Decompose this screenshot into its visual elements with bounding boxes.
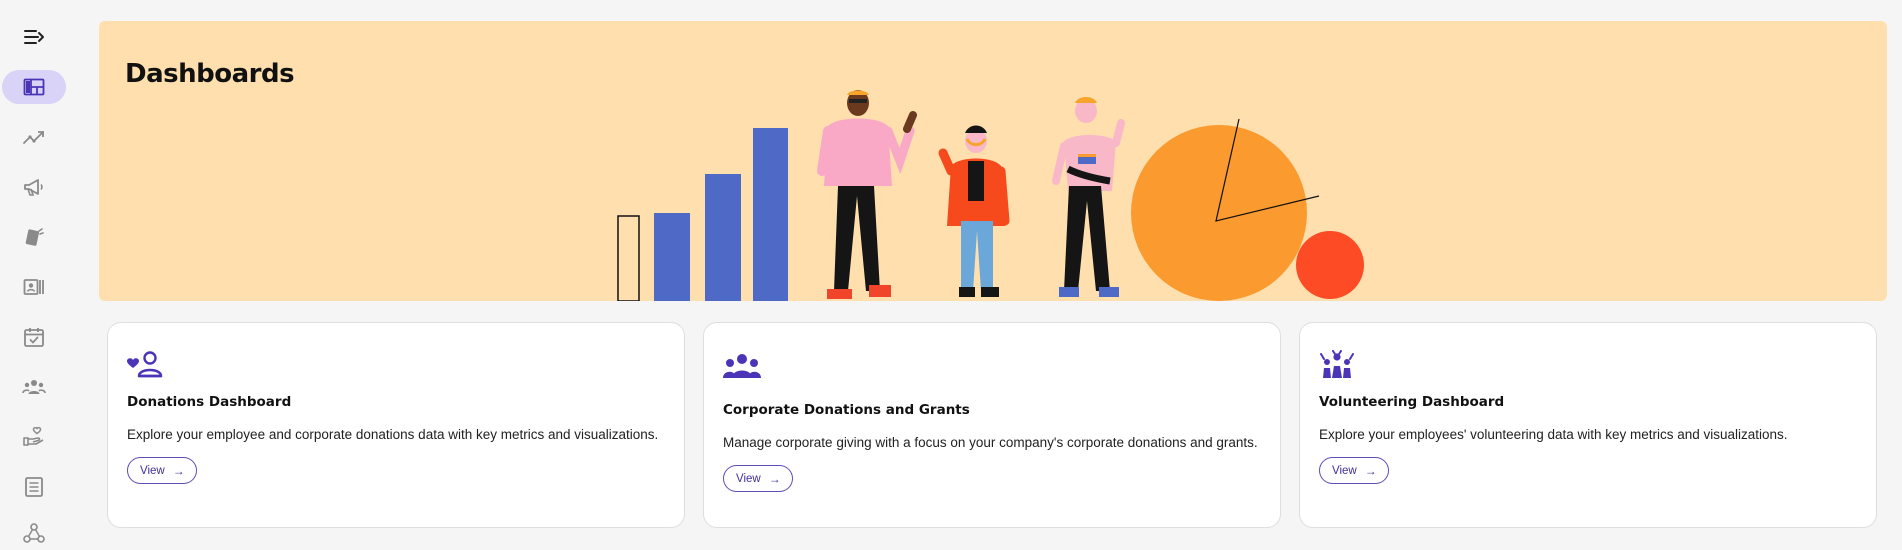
- document-list-icon: [25, 477, 43, 497]
- view-donations-dashboard-button[interactable]: View →: [127, 457, 197, 484]
- view-corporate-donations-button[interactable]: View →: [723, 465, 793, 492]
- hero-banner: Dashboards: [99, 21, 1887, 301]
- card-title: Donations Dashboard: [127, 394, 292, 410]
- arrow-right-icon: →: [1364, 463, 1377, 478]
- sidebar-item-giving[interactable]: [2, 420, 66, 454]
- sidebar-item-profiles[interactable]: [2, 270, 66, 304]
- illustration-bar: [753, 128, 788, 301]
- illustration-person-tee: [1052, 97, 1125, 297]
- hand-heart-icon: [23, 426, 44, 446]
- card-title: Corporate Donations and Grants: [723, 402, 970, 418]
- people-group-icon: [22, 380, 46, 394]
- view-button-label: View: [1332, 464, 1357, 477]
- sidebar-item-cards[interactable]: [2, 220, 66, 254]
- illustration-bar: [654, 213, 690, 301]
- sidebar-item-dashboards[interactable]: [2, 70, 66, 104]
- illustration-person-orange: [938, 125, 1010, 297]
- card-donations-dashboard: Donations Dashboard Explore your employe…: [107, 322, 685, 528]
- hero-illustration: [617, 90, 1364, 301]
- sidebar-item-people[interactable]: [2, 370, 66, 404]
- card-title: Volunteering Dashboard: [1319, 394, 1505, 410]
- sidebar: [0, 0, 73, 545]
- cards-icon: [25, 228, 44, 246]
- trend-line-icon: [23, 131, 44, 144]
- people-group-icon: [723, 354, 761, 378]
- card-description: Explore your employees' volunteering dat…: [1319, 427, 1788, 442]
- illustration-pie: [1131, 125, 1307, 301]
- card-description: Explore your employee and corporate dona…: [127, 427, 659, 442]
- heart-person-icon: [127, 351, 163, 378]
- card-volunteering-dashboard: Volunteering Dashboard Explore your empl…: [1299, 322, 1877, 528]
- sidebar-item-campaigns[interactable]: [2, 170, 66, 204]
- view-button-label: View: [736, 472, 761, 485]
- profile-card-icon: [23, 279, 44, 295]
- menu-collapse-icon: [24, 30, 44, 44]
- illustration-bar-outline: [617, 215, 640, 301]
- calendar-check-icon: [24, 328, 44, 347]
- illustration-red-circle: [1296, 231, 1364, 299]
- sidebar-item-calendar[interactable]: [2, 320, 66, 354]
- card-description: Manage corporate giving with a focus on …: [723, 435, 1258, 450]
- sidebar-item-documents[interactable]: [2, 470, 66, 504]
- illustration-bar: [705, 174, 741, 301]
- collapse-menu-button[interactable]: [2, 20, 66, 54]
- view-button-label: View: [140, 464, 165, 477]
- sidebar-item-trends[interactable]: [2, 120, 66, 154]
- arrow-right-icon: →: [172, 463, 185, 478]
- megaphone-icon: [24, 179, 43, 196]
- card-corporate-donations: Corporate Donations and Grants Manage co…: [703, 322, 1281, 528]
- view-volunteering-dashboard-button[interactable]: View →: [1319, 457, 1389, 484]
- network-nodes-icon: [23, 523, 45, 543]
- dashboard-icon: [23, 78, 45, 96]
- illustration-person-pink: [817, 90, 917, 299]
- arrow-right-icon: →: [768, 471, 781, 486]
- volunteers-icon: [1320, 350, 1354, 378]
- main-content: Dashboards Donations Dashboard Explore y…: [73, 0, 1902, 545]
